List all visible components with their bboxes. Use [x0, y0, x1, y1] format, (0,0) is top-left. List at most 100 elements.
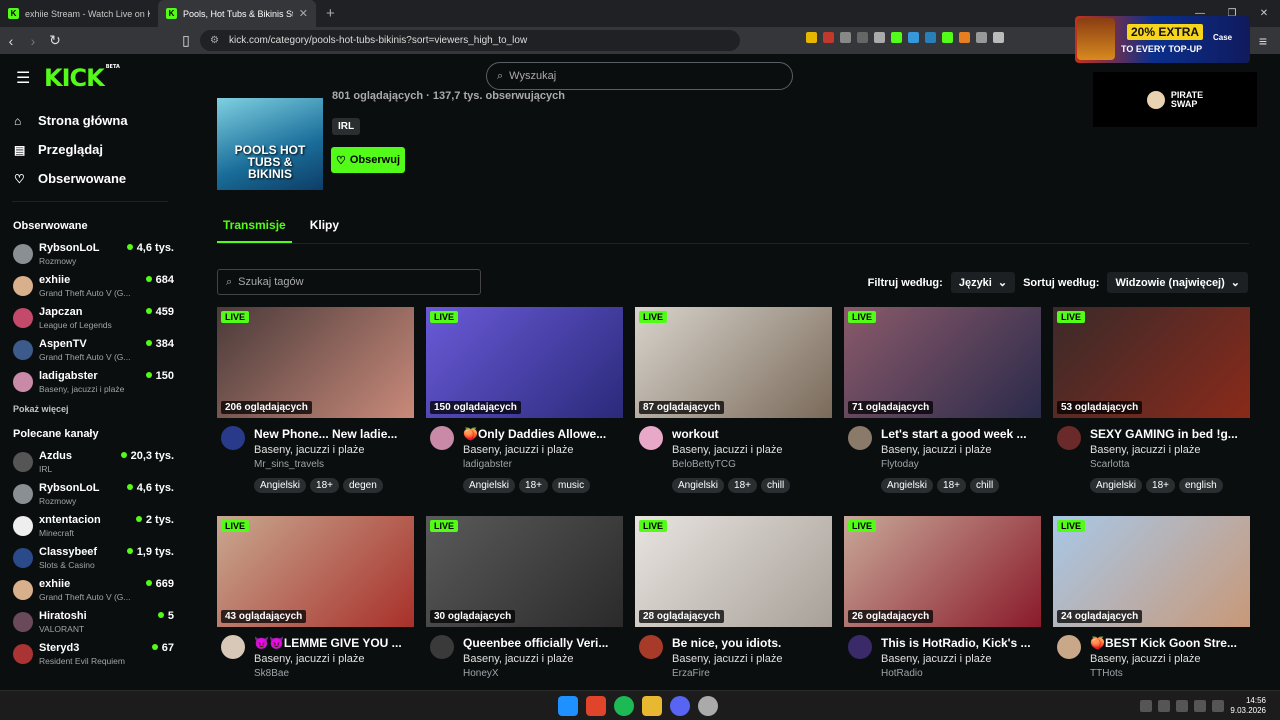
stream-tag[interactable]: degen [343, 478, 383, 493]
stream-title[interactable]: Queenbee officially Veri... [463, 636, 623, 650]
stream-category[interactable]: Baseny, jacuzzi i plaże [463, 444, 573, 456]
stream-tag[interactable]: english [1179, 478, 1223, 493]
browser-tab[interactable]: K exhiie Stream - Watch Live on Kic [0, 0, 158, 27]
tray-icon[interactable] [1176, 700, 1189, 712]
discord-icon[interactable] [670, 696, 690, 716]
stream-category[interactable]: Baseny, jacuzzi i plaże [672, 444, 782, 456]
streamer-name[interactable]: Mr_sins_travels [254, 459, 324, 470]
extension-icon[interactable] [942, 32, 953, 43]
stream-tag[interactable]: Angielski [672, 478, 725, 493]
recommended-channel[interactable]: Azdus IRL 20,3 tys. [0, 446, 180, 478]
streamer-avatar[interactable] [221, 426, 245, 450]
followed-channel[interactable]: AspenTV Grand Theft Auto V (G... 384 [0, 334, 180, 366]
stream-tag[interactable]: 18+ [1146, 478, 1175, 493]
stream-thumbnail[interactable]: LIVE 206 oglądających [217, 307, 414, 418]
wifi-icon[interactable] [1194, 700, 1207, 712]
stream-category[interactable]: Baseny, jacuzzi i plaże [254, 444, 364, 456]
sidebar-item-following[interactable]: ♡ Obserwowane [0, 164, 180, 193]
close-tab-icon[interactable]: ✕ [299, 7, 308, 20]
stream-category[interactable]: Baseny, jacuzzi i plaże [1090, 653, 1200, 665]
stream-card[interactable]: LIVE 24 oglądających 🍑BEST Kick Goon Stre.… [1053, 516, 1250, 694]
stream-tag[interactable]: 18+ [310, 478, 339, 493]
sidebar-item-home[interactable]: ⌂ Strona główna [0, 106, 180, 135]
stream-category[interactable]: Baseny, jacuzzi i plaże [881, 653, 991, 665]
stream-title[interactable]: Be nice, you idiots. [672, 636, 832, 650]
hamburger-menu-icon[interactable]: ☰ [16, 68, 30, 88]
recommended-channel[interactable]: Hiratoshi VALORANT 5 [0, 606, 180, 638]
stream-thumbnail[interactable]: LIVE 28 oglądających [635, 516, 832, 627]
streamer-avatar[interactable] [1057, 635, 1081, 659]
streamer-avatar[interactable] [430, 426, 454, 450]
tray-icon[interactable] [1140, 700, 1153, 712]
stream-thumbnail[interactable]: LIVE 30 oglądających [426, 516, 623, 627]
stream-category[interactable]: Baseny, jacuzzi i plaże [254, 653, 364, 665]
streamer-avatar[interactable] [639, 426, 663, 450]
streamer-name[interactable]: BeloBettyTCG [672, 459, 736, 470]
stream-tag[interactable]: Angielski [254, 478, 307, 493]
tray-icon[interactable] [1158, 700, 1171, 712]
tab-clips[interactable]: Klipy [304, 212, 345, 243]
streamer-avatar[interactable] [848, 635, 872, 659]
extension-icon[interactable] [993, 32, 1004, 43]
stream-card[interactable]: LIVE 30 oglądających Queenbee officially V… [426, 516, 623, 694]
extension-icon[interactable] [840, 32, 851, 43]
extension-icon[interactable] [823, 32, 834, 43]
forward-icon[interactable]: › [22, 33, 44, 49]
extension-icon[interactable] [925, 32, 936, 43]
stream-category[interactable]: Baseny, jacuzzi i plaże [672, 653, 782, 665]
recommended-channel[interactable]: xntentacion Minecraft 2 tys. [0, 510, 180, 542]
stream-tag[interactable]: Angielski [463, 478, 516, 493]
app-icon[interactable] [698, 696, 718, 716]
stream-tag[interactable]: Angielski [1090, 478, 1143, 493]
start-icon[interactable] [558, 696, 578, 716]
streamer-avatar[interactable] [848, 426, 872, 450]
followed-channel[interactable]: RybsonLoL Rozmowy 4,6 tys. [0, 238, 180, 270]
recommended-channel[interactable]: RybsonLoL Rozmowy 4,6 tys. [0, 478, 180, 510]
streamer-name[interactable]: HotRadio [881, 668, 923, 679]
extension-icon[interactable] [976, 32, 987, 43]
brave-icon[interactable] [586, 696, 606, 716]
streamer-name[interactable]: Flytoday [881, 459, 919, 470]
stream-card[interactable]: LIVE 43 oglądających 😈😈LEMME GIVE YOU ... B… [217, 516, 414, 694]
stream-title[interactable]: New Phone... New ladie... [254, 427, 414, 441]
stream-title[interactable]: workout [672, 427, 832, 441]
stream-card[interactable]: LIVE 206 oglądających New Phone... New lad… [217, 307, 414, 498]
bookmark-icon[interactable]: ▯ [175, 32, 197, 49]
site-info-icon[interactable]: ⚙ [210, 35, 219, 46]
back-icon[interactable]: ‹ [0, 33, 22, 49]
extension-icon[interactable] [908, 32, 919, 43]
stream-thumbnail[interactable]: LIVE 150 oglądających [426, 307, 623, 418]
pirateswap-ad[interactable]: PIRATE SWAP [1093, 72, 1257, 127]
stream-tag[interactable]: 18+ [937, 478, 966, 493]
followed-channel[interactable]: ladigabster Baseny, jacuzzi i plaże 150 [0, 366, 180, 398]
stream-card[interactable]: LIVE 53 oglądających SEXY GAMING in bed !g… [1053, 307, 1250, 498]
streamer-name[interactable]: HoneyX [463, 668, 499, 679]
streamer-avatar[interactable] [221, 635, 245, 659]
show-more-link[interactable]: Pokaż więcej [0, 398, 180, 420]
stream-thumbnail[interactable]: LIVE 24 oglądających [1053, 516, 1250, 627]
stream-title[interactable]: 🍑Only Daddies Allowe... [463, 427, 623, 441]
stream-title[interactable]: Let's start a good week ... [881, 427, 1041, 441]
recommended-channel[interactable]: exhiie Grand Theft Auto V (G... 669 [0, 574, 180, 606]
extension-icon[interactable] [891, 32, 902, 43]
stream-card[interactable]: LIVE 71 oglądających Let's start a good we… [844, 307, 1041, 498]
reload-icon[interactable]: ↻ [44, 32, 66, 49]
followed-channel[interactable]: Japczan League of Legends 459 [0, 302, 180, 334]
search-input[interactable]: ⌕ Wyszukaj [486, 62, 793, 90]
tag-search-input[interactable]: ⌕ Szukaj tagów [217, 269, 481, 295]
menu-icon[interactable]: ≡ [1252, 33, 1274, 49]
extension-icon[interactable] [874, 32, 885, 43]
stream-thumbnail[interactable]: LIVE 53 oglądających [1053, 307, 1250, 418]
stream-tag[interactable]: Angielski [881, 478, 934, 493]
streamer-name[interactable]: Sk8Bae [254, 668, 289, 679]
extension-icon[interactable] [857, 32, 868, 43]
volume-icon[interactable] [1212, 700, 1225, 712]
stream-thumbnail[interactable]: LIVE 87 oglądających [635, 307, 832, 418]
stream-title[interactable]: SEXY GAMING in bed !g... [1090, 427, 1250, 441]
follow-button[interactable]: ♡ Obserwuj [331, 147, 405, 173]
language-dropdown[interactable]: Języki ⌄ [950, 272, 1016, 293]
streamer-avatar[interactable] [1057, 426, 1081, 450]
stream-tag[interactable]: music [552, 478, 591, 493]
stream-card[interactable]: LIVE 26 oglądających This is HotRadio, Kic… [844, 516, 1041, 694]
stream-card[interactable]: LIVE 87 oglądających workout Baseny, jacuzz… [635, 307, 832, 498]
